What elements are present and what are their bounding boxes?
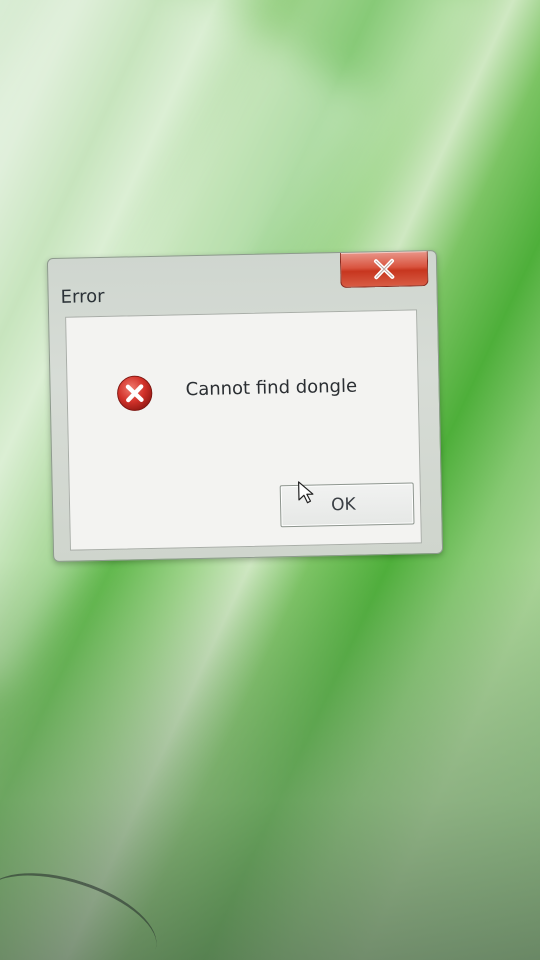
dialog-title: Error bbox=[60, 285, 105, 308]
dialog-content: Cannot find dongle OK bbox=[65, 309, 422, 551]
error-message: Cannot find dongle bbox=[185, 375, 358, 401]
ok-button[interactable]: OK bbox=[279, 481, 415, 528]
error-dialog: Error Cannot find dongle OK bbox=[46, 249, 444, 563]
close-icon bbox=[373, 258, 395, 280]
ok-button-label: OK bbox=[330, 494, 356, 516]
close-button[interactable] bbox=[339, 251, 429, 288]
mouse-cursor-icon bbox=[298, 481, 314, 504]
error-icon bbox=[117, 375, 153, 411]
